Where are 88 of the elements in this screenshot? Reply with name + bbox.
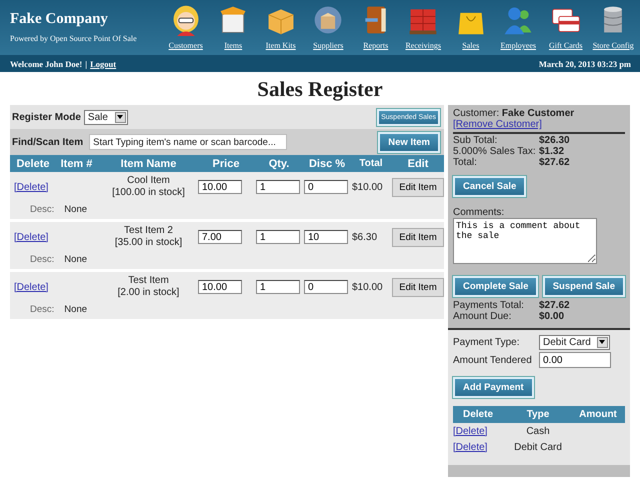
module-link[interactable]: Customers	[168, 41, 203, 50]
column-header: Amount	[578, 409, 618, 420]
suspend-sale-button[interactable]: Suspend Sale	[542, 276, 625, 297]
payment-type: Cash	[525, 426, 551, 436]
comments-field[interactable]: This is a comment about the sale	[453, 218, 597, 264]
desc-label: Desc:	[30, 254, 54, 265]
total-value: $1.32	[539, 146, 564, 157]
column-header: Disc %	[308, 158, 346, 170]
column-header: Delete	[462, 409, 494, 420]
column-header: Item #	[60, 158, 94, 170]
module-link[interactable]: Employees	[500, 41, 536, 50]
payment-type: Debit Card	[513, 442, 563, 452]
discount-field[interactable]: 0	[304, 180, 348, 194]
delete-link[interactable]: [Delete]	[453, 426, 503, 436]
register-mode-select[interactable]: Sale	[84, 110, 128, 124]
item-total: $10.00	[352, 282, 384, 292]
module-link[interactable]: Item Kits	[266, 41, 296, 50]
column-header: Type	[526, 409, 550, 420]
date-time: March 20, 2013 03:23 pm	[538, 58, 631, 68]
tagline: Powered by Open Source Point Of Sale	[10, 34, 138, 43]
price-field[interactable]: 7.00	[198, 230, 242, 244]
column-header: Qty.	[268, 158, 290, 170]
complete-sale-button[interactable]: Complete Sale	[453, 276, 538, 297]
module-link[interactable]: Items	[224, 41, 242, 50]
item-name: Test Item [2.00 in stock]	[116, 275, 180, 299]
edit-item-button[interactable]: Edit Item	[392, 278, 444, 296]
desc-value: None	[64, 204, 88, 215]
globe-icon[interactable]	[312, 4, 344, 36]
amount-tendered-field[interactable]: 0.00	[539, 352, 611, 368]
logout-link[interactable]: Logout	[90, 58, 116, 68]
separator: |	[85, 58, 88, 68]
delete-link[interactable]: [Delete]	[14, 232, 52, 242]
total-value: $27.62	[539, 157, 570, 168]
find-item-label: Find/Scan Item	[12, 136, 84, 148]
column-header: Edit	[406, 158, 430, 170]
module-link[interactable]: Reports	[363, 41, 388, 50]
payment-type-select[interactable]: Debit Card	[539, 334, 610, 350]
page-title: Sales Register	[256, 76, 384, 103]
edit-item-button[interactable]: Edit Item	[392, 178, 444, 196]
total-label: Sub Total:	[453, 135, 498, 146]
item-total: $6.30	[352, 232, 378, 242]
payment-total-label: Amount Due:	[453, 311, 512, 322]
total-label: 5.000% Sales Tax:	[453, 146, 537, 157]
desc-label: Desc:	[30, 304, 54, 315]
column-header: Price	[212, 158, 240, 170]
comments-label: Comments:	[453, 207, 504, 218]
discount-field[interactable]: 10	[304, 230, 348, 244]
payment-total-value: $0.00	[539, 311, 564, 322]
total-value: $26.30	[539, 135, 570, 146]
quantity-field[interactable]: 1	[256, 280, 300, 294]
payment-total-value: $27.62	[539, 300, 570, 311]
module-link[interactable]: Receivings	[405, 41, 442, 50]
payment-type-label: Payment Type:	[453, 336, 521, 348]
column-header: Item Name	[120, 158, 178, 170]
register-mode-label: Register Mode	[12, 112, 81, 122]
discount-field[interactable]: 0	[304, 280, 348, 294]
cancel-sale-button[interactable]: Cancel Sale	[453, 176, 526, 197]
delete-link[interactable]: [Delete]	[453, 442, 503, 452]
column-header: Delete	[15, 158, 51, 170]
welcome-text: Welcome John Doe!	[10, 58, 82, 68]
customer-label: Customer:	[453, 108, 500, 119]
delete-link[interactable]: [Delete]	[14, 182, 52, 192]
company-name: Fake Company	[10, 11, 109, 28]
remove-customer-link[interactable]: [Remove Customer]	[453, 119, 542, 130]
module-link[interactable]: Gift Cards	[548, 41, 583, 50]
item-name: Cool Item [100.00 in stock]	[111, 175, 186, 199]
item-total: $10.00	[352, 182, 384, 192]
total-label: Total:	[453, 157, 478, 168]
item-name: Test Item 2 [35.00 in stock]	[114, 225, 184, 249]
delete-link[interactable]: [Delete]	[14, 282, 52, 292]
edit-item-button[interactable]: Edit Item	[392, 228, 444, 246]
amount-tendered-label: Amount Tendered	[453, 354, 533, 366]
price-field[interactable]: 10.00	[198, 180, 242, 194]
payment-total-label: Payments Total:	[453, 300, 525, 311]
add-payment-button[interactable]: Add Payment	[453, 377, 534, 398]
customer-name: Fake Customer	[502, 108, 574, 119]
desc-value: None	[64, 254, 88, 265]
desc-label: Desc:	[30, 204, 54, 215]
column-header: Total	[358, 158, 384, 169]
quantity-field[interactable]: 1	[256, 230, 300, 244]
new-item-button[interactable]: New Item	[378, 132, 440, 152]
module-link[interactable]: Sales	[462, 41, 480, 50]
module-link[interactable]: Suppliers	[313, 41, 344, 50]
module-link[interactable]: Store Config	[592, 41, 634, 50]
desc-value: None	[64, 304, 88, 315]
price-field[interactable]: 10.00	[198, 280, 242, 294]
find-item-field[interactable]: Start Typing item's name or scan barcode...	[89, 134, 288, 150]
quantity-field[interactable]: 1	[256, 180, 300, 194]
